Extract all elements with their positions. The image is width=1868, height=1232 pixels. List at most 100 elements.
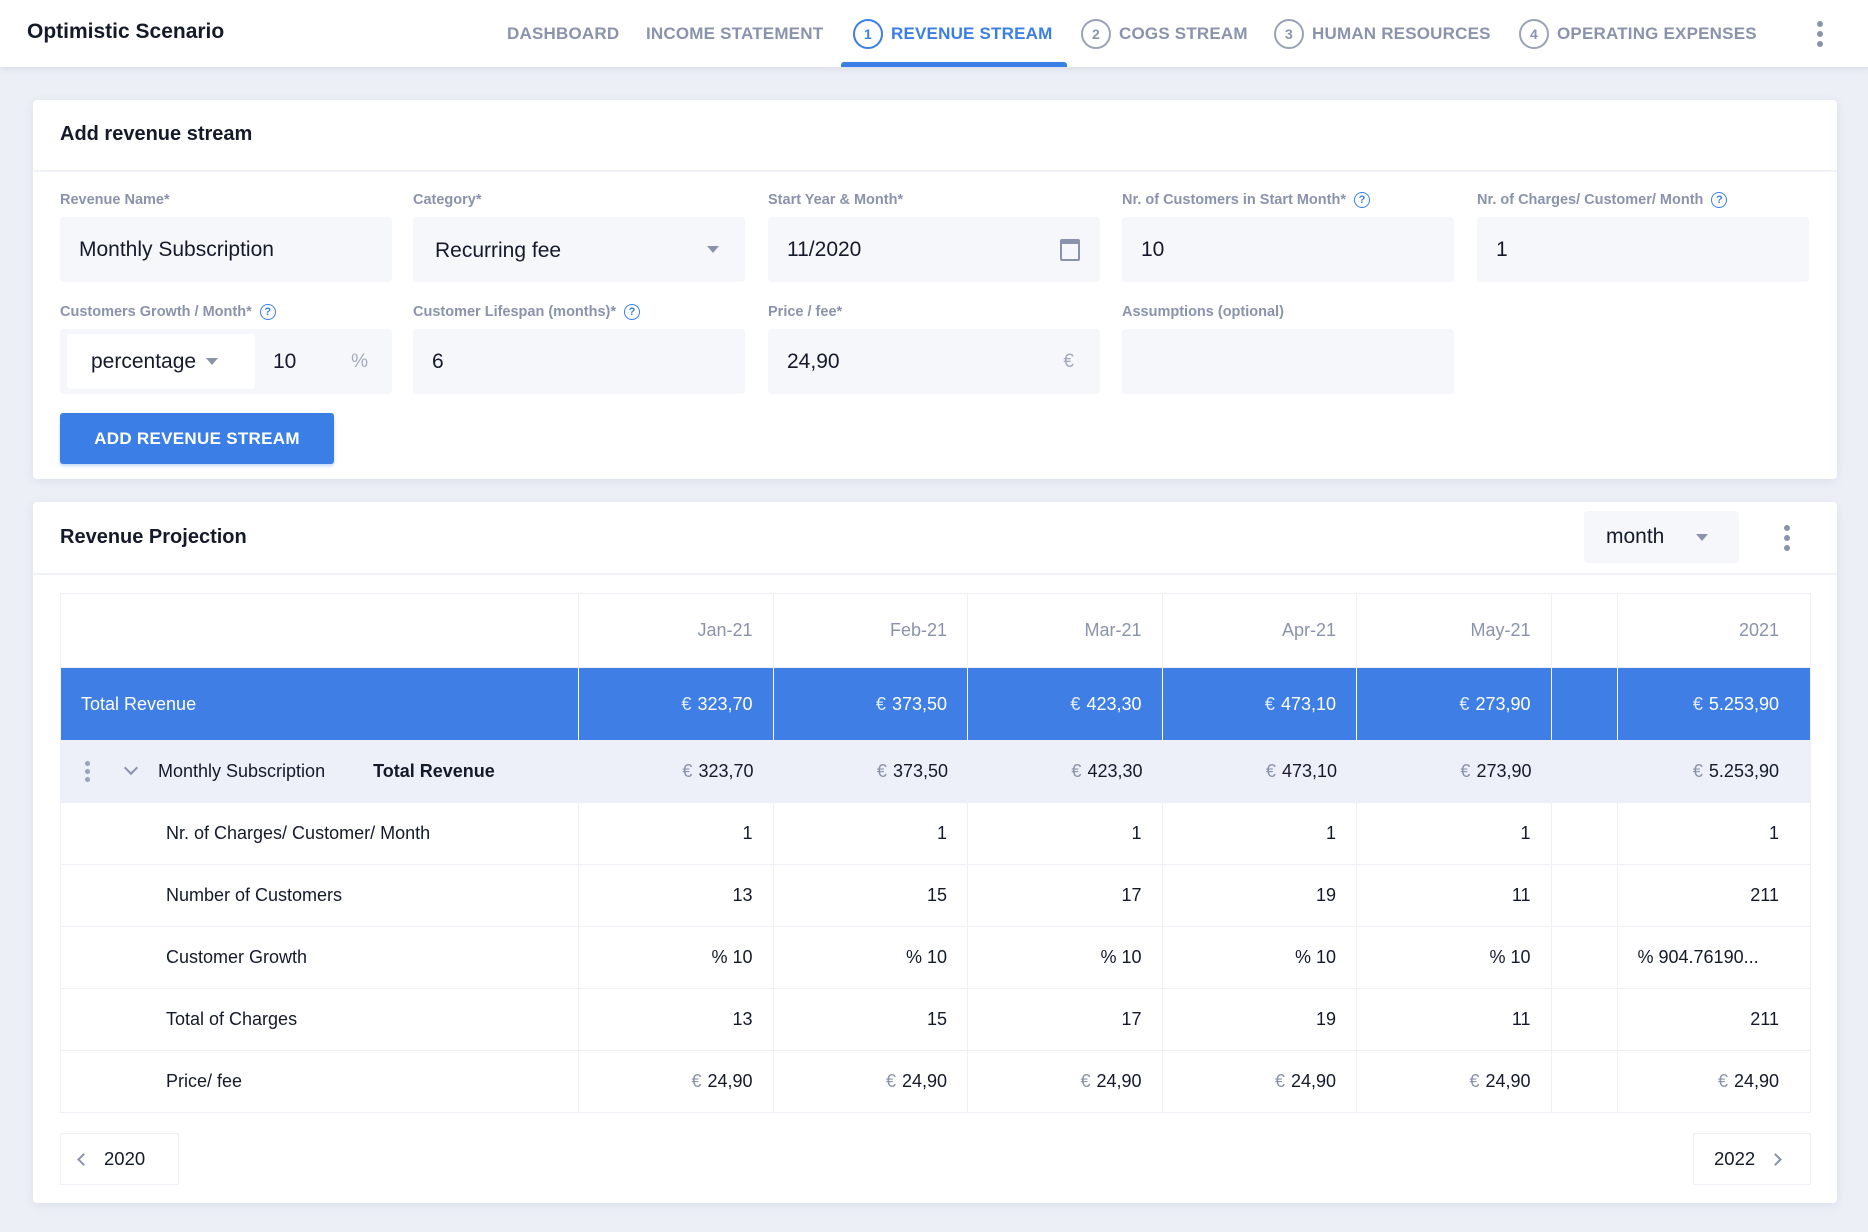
table-cell: % 10 [1357, 927, 1552, 988]
row-label: Customer Growth [61, 927, 579, 988]
tab-operating-expenses[interactable]: 4 OPERATING EXPENSES [1519, 0, 1757, 67]
input-value: 1 [1496, 237, 1508, 261]
currency-symbol: € [681, 693, 692, 714]
stream-total-label: Total Revenue [373, 760, 495, 781]
label-text: Category* [413, 192, 482, 208]
chevron-right-icon [1769, 1152, 1783, 1166]
tab-label: DASHBOARD [507, 23, 620, 43]
cell-value: 273,90 [1476, 760, 1532, 781]
total-cell: €323,70 [579, 668, 774, 740]
tab-income-statement[interactable]: INCOME STATEMENT [646, 0, 823, 67]
cell-value: 373,50 [892, 760, 948, 781]
table-cell: €24,90 [1163, 1051, 1357, 1112]
tab-cogs-stream[interactable]: 2 COGS STREAM [1081, 0, 1248, 67]
currency-symbol: € [1070, 693, 1081, 714]
table-cell: % 10 [1163, 927, 1357, 988]
table-cell: % 10 [968, 927, 1163, 988]
period-select[interactable]: month [1584, 511, 1739, 563]
growth-type-select[interactable]: percentage [67, 334, 255, 389]
cell-value: 24,90 [707, 1071, 753, 1091]
select-value: Recurring fee [435, 238, 562, 262]
lifespan-input[interactable]: 6 [413, 329, 745, 394]
stream-cell-year: €5.253,90 [1618, 740, 1811, 802]
dropdown-caret-icon [1696, 533, 1709, 541]
projection-table: Jan-21 Feb-21 Mar-21 Apr-21 May-21 2021 … [60, 593, 1811, 1113]
assumptions-input[interactable] [1122, 329, 1454, 394]
row-label: Nr. of Charges/ Customer/ Month [61, 803, 579, 864]
table-row: Price/ fee €24,90 €24,90 €24,90 €24,90 €24,90… [61, 1050, 1810, 1112]
cell-value: 323,70 [698, 760, 754, 781]
table-cell: 1 [968, 803, 1163, 864]
cell-value: 24,90 [901, 1071, 947, 1091]
category-select[interactable]: Recurring fee [413, 217, 745, 282]
row-label: Number of Customers [61, 865, 579, 926]
tab-revenue-stream[interactable]: 1 REVENUE STREAM [853, 0, 1053, 67]
customers-start-label: Nr. of Customers in Start Month* ? [1122, 192, 1370, 208]
collapse-chevron-icon[interactable] [123, 760, 139, 776]
currency-symbol: € [885, 1071, 896, 1091]
chevron-left-icon [77, 1152, 90, 1166]
add-revenue-stream-button[interactable]: ADD REVENUE STREAM [60, 413, 334, 464]
table-row: Total of Charges 13 15 17 19 11 211 [61, 988, 1810, 1050]
start-month-input[interactable]: 11/2020 [768, 217, 1100, 282]
table-row: Number of Customers 13 15 17 19 11 211 [61, 864, 1810, 926]
row-label: Total of Charges [61, 989, 579, 1050]
stream-cell-spacer [1552, 740, 1618, 802]
previous-year-button[interactable]: 2020 [60, 1133, 179, 1185]
label-text: Assumptions (optional) [1122, 304, 1284, 320]
charges-input[interactable]: 1 [1477, 217, 1809, 282]
price-input[interactable]: 24,90 € [768, 329, 1100, 394]
table-row: Customer Growth% 10% 10% 10% 10% 10% 904… [61, 926, 1810, 988]
currency-symbol: € [1717, 1071, 1728, 1091]
select-value: percentage [91, 349, 197, 373]
growth-label: Customers Growth / Month* ? [60, 304, 276, 320]
cell-value: 423,30 [1087, 760, 1143, 781]
start-month-label: Start Year & Month* [768, 192, 903, 208]
cell-value: 423,30 [1086, 693, 1142, 714]
currency-symbol: € [1460, 760, 1471, 781]
next-year-button[interactable]: 2022 [1693, 1133, 1811, 1185]
cell-value: 24,90 [1485, 1071, 1531, 1091]
revenue-name-label: Revenue Name* [60, 192, 170, 208]
table-cell: 11 [1357, 989, 1552, 1050]
row-menu-icon[interactable] [85, 760, 90, 782]
customers-start-input[interactable]: 10 [1122, 217, 1454, 282]
table-cell: 1 [1163, 803, 1357, 864]
cell-value: 323,70 [697, 693, 753, 714]
table-cell: €24,90 [1618, 1051, 1811, 1112]
table-cell: €24,90 [774, 1051, 968, 1112]
more-options-icon[interactable] [1810, 20, 1830, 48]
cell-value: 5.253,90 [1708, 693, 1779, 714]
table-cell [1552, 803, 1618, 864]
header-cell-empty [61, 594, 579, 667]
projection-more-icon[interactable] [1777, 524, 1797, 552]
tab-human-resources[interactable]: 3 HUMAN RESOURCES [1274, 0, 1491, 67]
growth-value-input[interactable]: 10 [273, 350, 351, 374]
table-cell: €24,90 [1357, 1051, 1552, 1112]
stream-row[interactable]: Monthly Subscription Total Revenue €323,… [61, 740, 1810, 802]
next-year-label: 2022 [1714, 1148, 1756, 1169]
table-cell: 19 [1163, 989, 1357, 1050]
total-cell: €423,30 [968, 668, 1163, 740]
table-row: Nr. of Charges/ Customer/ Month 1 1 1 1 1 1 [61, 802, 1810, 864]
help-icon[interactable]: ? [1353, 192, 1370, 208]
lifespan-label: Customer Lifespan (months)* ? [413, 304, 641, 320]
tab-label: REVENUE STREAM [891, 23, 1053, 43]
dropdown-caret-icon [206, 358, 219, 365]
row-label: Total Revenue [61, 668, 579, 740]
tab-dashboard[interactable]: DASHBOARD [507, 0, 619, 67]
previous-year-label: 2020 [104, 1148, 146, 1169]
calendar-icon[interactable] [1060, 238, 1080, 261]
column-header [1552, 594, 1618, 667]
label-text: Price / fee* [768, 304, 843, 320]
column-header-year: 2021 [1738, 620, 1779, 640]
help-icon[interactable]: ? [624, 304, 641, 320]
growth-input-group: percentage 10 % [60, 329, 392, 394]
help-icon[interactable]: ? [1711, 192, 1728, 208]
revenue-name-input[interactable]: Monthly Subscription [60, 217, 392, 282]
stream-cell: €273,90 [1357, 740, 1552, 802]
help-icon[interactable]: ? [259, 304, 276, 320]
stream-cell: €423,30 [968, 740, 1163, 802]
total-cell: €473,10 [1163, 668, 1357, 740]
divider [33, 573, 1837, 575]
